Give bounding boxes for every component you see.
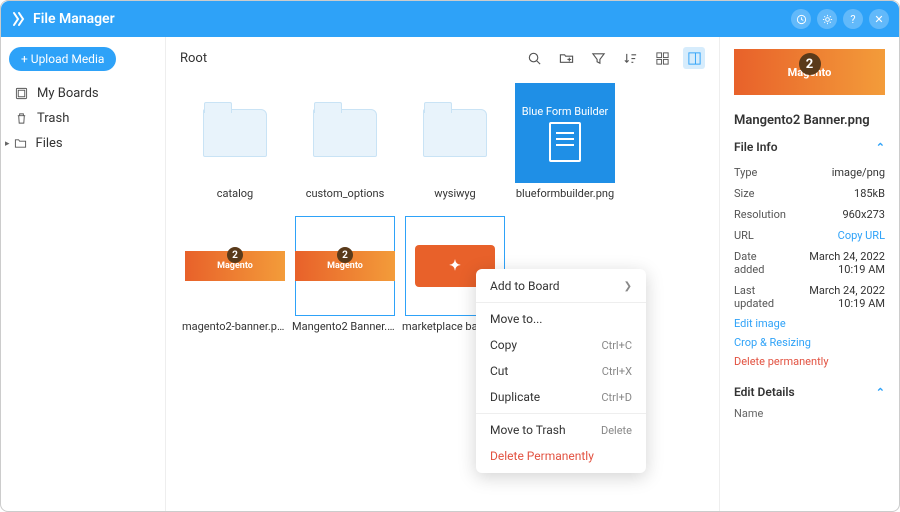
edit-image-link[interactable]: Edit image [734,314,885,333]
file-name: wysiwyg [400,187,510,200]
settings-icon[interactable] [817,9,837,29]
file-name: blueformbuilder.png [510,187,620,200]
file-browser: Root catalog custom_options [166,37,719,511]
thumbnail: 2Magento [295,251,395,281]
details-panel-icon[interactable] [683,47,705,69]
chevron-up-icon: ⌃ [876,386,885,399]
close-icon[interactable]: ✕ [869,9,889,29]
titlebar: File Manager ? ✕ [1,1,899,37]
folder-tile[interactable]: wysiwyg [400,83,510,200]
grid-view-icon[interactable] [651,47,673,69]
history-icon[interactable] [791,9,811,29]
trash-icon [15,112,31,125]
chevron-up-icon: ⌃ [876,141,885,154]
file-name: catalog [180,187,290,200]
sort-icon[interactable] [619,47,641,69]
chevron-right-icon: ❯ [624,281,632,292]
app-title: File Manager [33,11,115,27]
delete-permanently-link[interactable]: Delete permanently [734,352,885,371]
folder-icon [423,109,487,157]
sidebar-item-trash[interactable]: Trash [9,106,157,131]
file-name: custom_options [290,187,400,200]
file-name: Mangento2 Banner.png [290,320,400,333]
sidebar-item-files[interactable]: Files [9,131,157,156]
sidebar-item-label: Files [36,136,63,151]
folder-icon [313,109,377,157]
ctx-duplicate[interactable]: DuplicateCtrl+D [476,384,646,410]
preview-thumbnail: 2Magento [734,49,885,95]
ctx-move-to-trash[interactable]: Move to TrashDelete [476,417,646,443]
breadcrumb[interactable]: Root [180,51,207,66]
image-tile[interactable]: Blue Form Builder blueformbuilder.png [510,83,620,200]
sidebar: + Upload Media My Boards Trash Files [1,37,166,511]
ctx-add-to-board[interactable]: Add to Board❯ [476,273,646,299]
filter-icon[interactable] [587,47,609,69]
folder-tile[interactable]: catalog [180,83,290,200]
ctx-cut[interactable]: CutCtrl+X [476,358,646,384]
ctx-move-to[interactable]: Move to... [476,306,646,332]
ctx-delete-permanently[interactable]: Delete Permanently [476,443,646,469]
app-logo-icon [11,11,27,27]
crop-resize-link[interactable]: Crop & Resizing [734,333,885,352]
search-icon[interactable] [523,47,545,69]
edit-details-header[interactable]: Edit Details⌃ [734,385,885,399]
image-tile[interactable]: 2Magento Mangento2 Banner.png [290,216,400,333]
sidebar-item-label: Trash [37,111,69,126]
details-panel: 2Magento Mangento2 Banner.png File Info⌃… [719,37,899,511]
ctx-copy[interactable]: CopyCtrl+C [476,332,646,358]
image-tile[interactable]: 2Magento magento2-banner.png [180,216,290,333]
thumbnail: Blue Form Builder [515,83,615,183]
sidebar-item-label: My Boards [37,86,99,101]
help-icon[interactable]: ? [843,9,863,29]
new-folder-icon[interactable] [555,47,577,69]
folder-tile[interactable]: custom_options [290,83,400,200]
thumbnail: 2Magento [185,251,285,281]
boards-icon [15,87,31,100]
upload-media-button[interactable]: + Upload Media [9,47,116,71]
copy-url-link[interactable]: Copy URL [838,229,885,242]
file-name: magento2-banner.png [180,320,290,333]
sidebar-item-my-boards[interactable]: My Boards [9,81,157,106]
context-menu: Add to Board❯ Move to... CopyCtrl+C CutC… [476,269,646,473]
file-info-header[interactable]: File Info⌃ [734,140,885,154]
details-filename: Mangento2 Banner.png [734,113,885,128]
folder-icon [14,137,30,150]
folder-icon [203,109,267,157]
name-field-label: Name [734,407,885,420]
